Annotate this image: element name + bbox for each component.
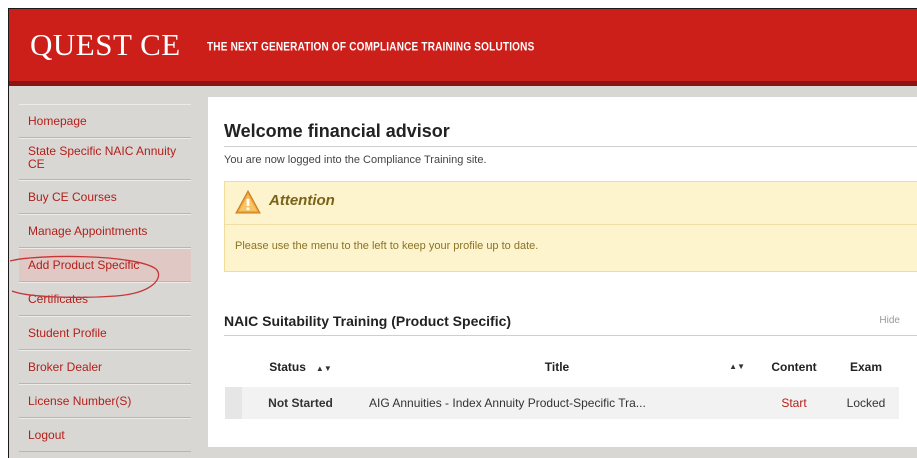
header-tagline: THE NEXT GENERATION OF COMPLIANCE TRAINI… — [207, 41, 535, 54]
status-header[interactable]: Status ▲▼ — [242, 353, 359, 384]
title-header[interactable]: Title ▲▼ — [359, 353, 755, 384]
table-header-row: Status ▲▼ Title ▲▼ Content Exam — [225, 353, 899, 384]
status-header-label: Status — [269, 360, 306, 374]
title-header-label: Title — [544, 360, 570, 374]
start-link[interactable]: Start — [781, 396, 806, 410]
quest-ce-logo[interactable]: QUEST CE — [30, 27, 181, 63]
table-header-spacer — [225, 353, 242, 384]
attention-header: Attention — [225, 182, 917, 225]
courses-table: Status ▲▼ Title ▲▼ Content Exam Not Starte… — [225, 353, 899, 419]
status-cell: Not Started — [242, 381, 359, 419]
section-title: NAIC Suitability Training (Product Speci… — [224, 313, 512, 329]
sidebar-item-buy-ce-courses[interactable]: Buy CE Courses — [19, 180, 191, 214]
sort-icon[interactable]: ▲▼ — [729, 362, 745, 371]
table-row: Not Started AIG Annuities - Index Annuity… — [225, 381, 899, 419]
sidebar-item-student-profile[interactable]: Student Profile — [19, 316, 191, 350]
sort-icon[interactable]: ▲▼ — [316, 364, 332, 373]
sidebar-item-add-product-specific[interactable]: Add Product Specific — [19, 248, 191, 282]
section-divider — [224, 335, 917, 336]
intro-text: You are now logged into the Compliance T… — [224, 154, 487, 166]
warning-icon — [235, 189, 261, 214]
content-cell: Start — [755, 381, 833, 419]
page-frame: QUEST CE THE NEXT GENERATION OF COMPLIAN… — [8, 8, 917, 458]
exam-cell: Locked — [833, 381, 899, 419]
header-banner: QUEST CE THE NEXT GENERATION OF COMPLIAN… — [9, 9, 917, 86]
sidebar-item-broker-dealer[interactable]: Broker Dealer — [19, 350, 191, 384]
row-spacer-cell — [225, 381, 242, 419]
page-title: Welcome financial advisor — [224, 121, 450, 141]
attention-title: Attention — [269, 192, 335, 209]
attention-message: Please use the menu to the left to keep … — [235, 240, 539, 252]
sidebar-item-license-number-s[interactable]: License Number(S) — [19, 384, 191, 418]
title-divider — [224, 146, 917, 147]
sidebar-item-homepage[interactable]: Homepage — [19, 104, 191, 138]
content-header: Content — [771, 360, 817, 374]
sidebar-item-manage-appointments[interactable]: Manage Appointments — [19, 214, 191, 248]
title-cell: AIG Annuities - Index Annuity Product-Sp… — [359, 381, 755, 419]
sidebar-item-logout[interactable]: Logout — [19, 418, 191, 452]
attention-panel: Attention Please use the menu to the lef… — [224, 181, 917, 272]
hide-button[interactable]: Hide — [879, 315, 900, 326]
sidebar-item-state-specific-naic-annuity-ce[interactable]: State Specific NAIC Annuity CE — [19, 138, 191, 180]
exam-header: Exam — [849, 360, 883, 374]
sidebar-item-certificates[interactable]: Certificates — [19, 282, 191, 316]
sidebar-nav: Homepage State Specific NAIC Annuity CE Bu… — [19, 104, 191, 452]
main-content: Welcome financial advisor You are now lo… — [208, 97, 917, 447]
